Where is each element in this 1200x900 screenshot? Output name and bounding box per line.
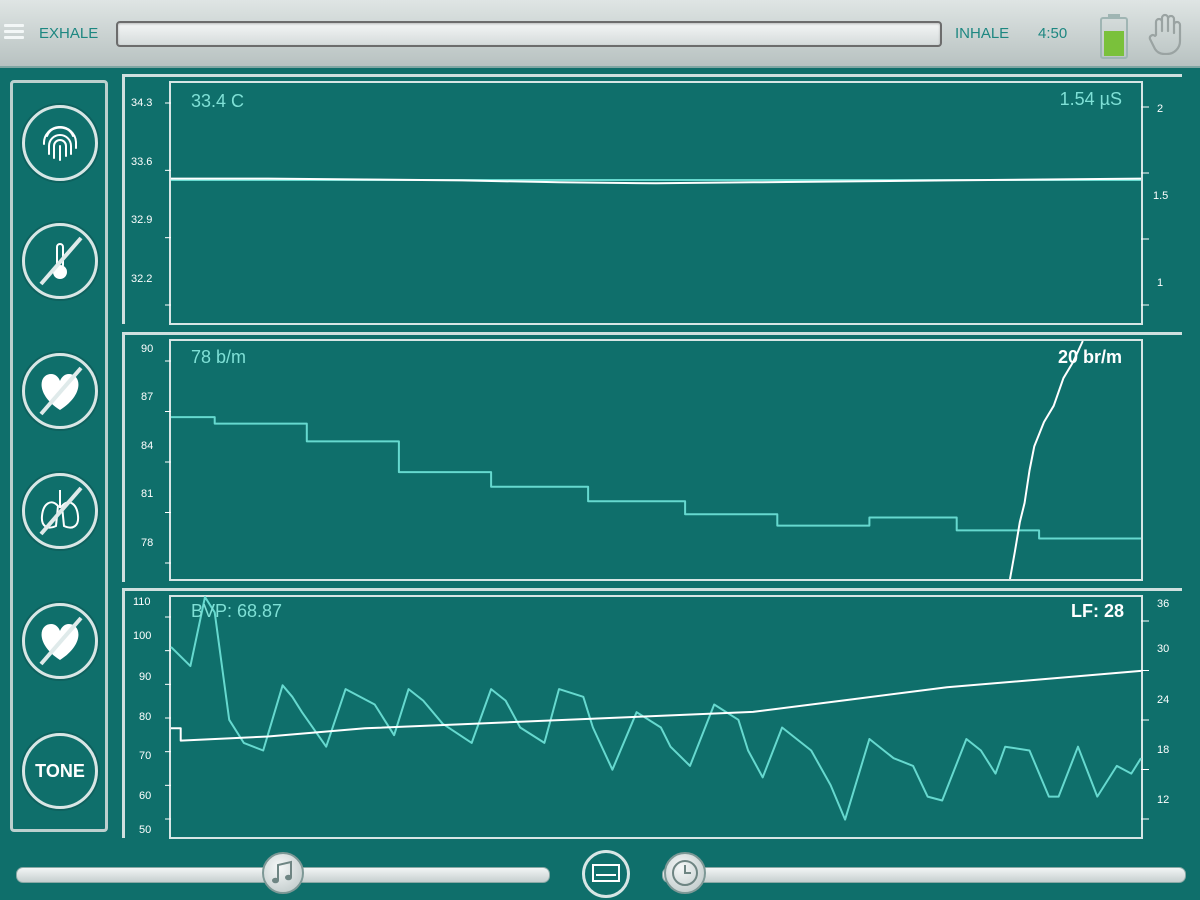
heart-off-icon xyxy=(39,366,83,416)
temperature-toggle-button[interactable] xyxy=(22,223,98,299)
y-tick: 50 xyxy=(139,824,152,836)
duration-slider-track[interactable] xyxy=(662,867,1186,883)
breath-pacer-bar xyxy=(116,21,942,47)
y2-tick: 2 xyxy=(1157,103,1164,115)
heart-rate-toggle-button[interactable] xyxy=(22,353,98,429)
y-tick: 34.3 xyxy=(131,97,153,109)
heart-rate-readout: 78 b/m xyxy=(191,347,247,367)
series-line-primary xyxy=(171,416,1141,540)
y-tick: 70 xyxy=(139,750,152,762)
bvp-readout: BVP: 68.87 xyxy=(191,601,283,621)
display-mode-button[interactable] xyxy=(582,850,630,898)
y2-tick: 1 xyxy=(1157,277,1164,289)
heart-rate-panel: 78 b/m 20 br/m 90 87 84 81 78 xyxy=(122,332,1182,582)
menu-icon[interactable] xyxy=(4,24,24,40)
y-tick: 78 xyxy=(141,537,154,549)
hr-chart xyxy=(165,340,1141,580)
y-tick: 32.2 xyxy=(131,273,153,285)
fingerprint-button[interactable] xyxy=(22,105,98,181)
y2-tick: 36 xyxy=(1157,598,1170,610)
respiration-readout: 20 br/m xyxy=(1057,347,1122,367)
stop-hand-icon[interactable] xyxy=(1148,13,1186,55)
y-tick: 87 xyxy=(141,391,154,403)
music-note-icon xyxy=(272,860,292,884)
y2-tick: 1.5 xyxy=(1153,190,1169,202)
session-timer: 4:50 xyxy=(1038,25,1068,42)
temperature-readout: 33.4 C xyxy=(191,91,245,111)
fingerprint-icon xyxy=(42,126,77,161)
bvp-panel: BVP: 68.87 LF: 28 110 100 90 80 70 60 50… xyxy=(122,588,1182,839)
y-tick: 90 xyxy=(139,671,152,683)
conductance-readout: 1.54 µS xyxy=(1059,89,1122,109)
temperature-conductance-panel: 33.4 C 1.54 µS 34.3 33.6 32.9 32.2 2 1.5… xyxy=(122,74,1182,325)
sidebar: TONE xyxy=(10,80,108,832)
temp-chart xyxy=(165,102,1149,306)
exhale-label: EXHALE xyxy=(39,25,99,42)
volume-slider-handle[interactable] xyxy=(262,852,304,894)
tone-button[interactable]: TONE xyxy=(22,733,98,809)
top-bar: EXHALE INHALE 4:50 xyxy=(0,0,1200,68)
series-line-secondary xyxy=(1009,340,1084,580)
hrv-off-icon xyxy=(39,616,83,666)
series-line-secondary xyxy=(171,669,1142,742)
y2-tick: 24 xyxy=(1157,694,1170,706)
duration-slider-handle[interactable] xyxy=(664,852,706,894)
y-tick: 81 xyxy=(141,488,154,500)
tone-label: TONE xyxy=(35,761,85,781)
y-tick: 84 xyxy=(141,440,154,452)
y-tick: 90 xyxy=(141,343,154,355)
y2-tick: 12 xyxy=(1157,794,1170,806)
lungs-off-icon xyxy=(39,486,83,536)
y-tick: 80 xyxy=(139,711,152,723)
y-tick: 33.6 xyxy=(131,156,153,168)
inhale-label: INHALE xyxy=(955,25,1010,42)
y-tick: 60 xyxy=(139,790,152,802)
respiration-toggle-button[interactable] xyxy=(22,473,98,549)
series-line-primary xyxy=(170,596,1142,821)
y2-tick: 30 xyxy=(1157,643,1170,655)
y-tick: 100 xyxy=(133,630,152,642)
battery-icon xyxy=(1100,14,1128,59)
bvp-chart xyxy=(165,596,1149,821)
screen-icon xyxy=(592,864,620,882)
thermometer-off-icon xyxy=(39,236,83,286)
y2-tick: 18 xyxy=(1157,744,1170,756)
y-tick: 110 xyxy=(133,596,151,608)
hrv-toggle-button[interactable] xyxy=(22,603,98,679)
lf-readout: LF: 28 xyxy=(1070,601,1124,621)
y-tick: 32.9 xyxy=(131,214,153,226)
clock-icon xyxy=(672,860,698,886)
